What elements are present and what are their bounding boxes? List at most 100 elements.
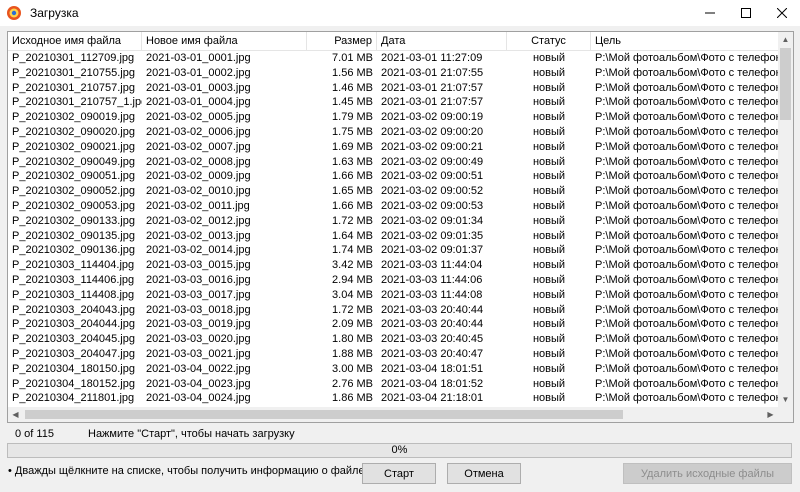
table-row[interactable]: P_20210302_090051.jpg 2021-03-02_0009.jpg… (8, 169, 778, 184)
column-header-new-name[interactable]: Новое имя файла (142, 32, 307, 50)
horizontal-scroll-thumb[interactable] (25, 410, 623, 419)
column-header-source-name[interactable]: Исходное имя файла (8, 32, 142, 50)
table-row[interactable]: P_20210302_090049.jpg 2021-03-02_0008.jpg… (8, 155, 778, 170)
target-cell: P:\Мой фотоальбом\Фото с телефонов\ (595, 111, 778, 124)
source-name-cell: P_20210303_114408.jpg (12, 288, 135, 301)
date-cell: 2021-03-03 20:40:44 (381, 318, 484, 331)
source-name-cell: P_20210302_090136.jpg (12, 244, 135, 257)
minimize-button[interactable] (692, 0, 728, 26)
target-cell: P:\Мой фотоальбом\Фото с телефонов\ (595, 259, 778, 272)
table-row[interactable]: P_20210303_204044.jpg 2021-03-03_0019.jpg… (8, 317, 778, 332)
status-cell: новый (532, 288, 566, 301)
window-controls (692, 0, 800, 26)
new-name-cell: 2021-03-03_0015.jpg (146, 259, 251, 272)
size-cell: 1.72 MB (332, 303, 373, 316)
source-name-cell: P_20210302_090052.jpg (12, 185, 135, 198)
status-cell: новый (532, 333, 566, 346)
maximize-button[interactable] (728, 0, 764, 26)
table-row[interactable]: P_20210303_114406.jpg 2021-03-03_0016.jpg… (8, 273, 778, 288)
file-list[interactable]: Исходное имя файла Новое имя файла Разме… (7, 31, 794, 423)
size-cell: 1.86 MB (332, 392, 373, 405)
new-name-cell: 2021-03-02_0006.jpg (146, 125, 251, 138)
target-cell: P:\Мой фотоальбом\Фото с телефонов\ (595, 347, 778, 360)
new-name-cell: 2021-03-04_0023.jpg (146, 377, 251, 390)
scroll-right-icon[interactable]: ▶ (763, 407, 778, 422)
target-cell: P:\Мой фотоальбом\Фото с телефонов\ (595, 214, 778, 227)
column-header-target[interactable]: Цель (591, 32, 778, 50)
table-row[interactable]: P_20210302_090133.jpg 2021-03-02_0012.jpg… (8, 214, 778, 229)
status-cell: новый (532, 214, 566, 227)
table-row[interactable]: P_20210303_204047.jpg 2021-03-03_0021.jpg… (8, 347, 778, 362)
source-name-cell: P_20210304_180150.jpg (12, 362, 135, 375)
target-cell: P:\Мой фотоальбом\Фото с телефонов\ (595, 333, 778, 346)
vertical-scroll-thumb[interactable] (780, 48, 791, 120)
date-cell: 2021-03-02 09:01:37 (381, 244, 484, 257)
new-name-cell: 2021-03-02_0011.jpg (146, 199, 250, 212)
horizontal-scrollbar[interactable]: ◀ ▶ (8, 407, 778, 422)
size-cell: 1.75 MB (332, 125, 373, 138)
table-row[interactable]: P_20210302_090021.jpg 2021-03-02_0007.jpg… (8, 140, 778, 155)
table-row[interactable]: P_20210304_211801.jpg 2021-03-04_0024.jpg… (8, 391, 778, 406)
start-button[interactable]: Старт (362, 463, 436, 484)
new-name-cell: 2021-03-01_0003.jpg (146, 81, 251, 94)
close-button[interactable] (764, 0, 800, 26)
new-name-cell: 2021-03-04_0024.jpg (146, 392, 251, 405)
title-bar: Загрузка (0, 0, 800, 26)
new-name-cell: 2021-03-03_0016.jpg (146, 273, 251, 286)
table-row[interactable]: P_20210301_210755.jpg 2021-03-01_0002.jpg… (8, 66, 778, 81)
size-cell: 1.66 MB (332, 199, 373, 212)
vertical-scrollbar[interactable]: ▲ ▼ (778, 32, 793, 407)
source-name-cell: P_20210302_090049.jpg (12, 155, 135, 168)
table-row[interactable]: P_20210302_090020.jpg 2021-03-02_0006.jpg… (8, 125, 778, 140)
delete-source-files-button[interactable]: Удалить исходные файлы (623, 463, 792, 484)
scroll-up-icon[interactable]: ▲ (778, 32, 793, 47)
cancel-button[interactable]: Отмена (447, 463, 521, 484)
table-row[interactable]: P_20210301_210757_1.jpg 2021-03-01_0004.j… (8, 95, 778, 110)
date-cell: 2021-03-02 09:00:53 (381, 199, 484, 212)
table-row[interactable]: P_20210301_112709.jpg 2021-03-01_0001.jpg… (8, 51, 778, 66)
table-row[interactable]: P_20210303_114404.jpg 2021-03-03_0015.jpg… (8, 258, 778, 273)
table-row[interactable]: P_20210302_090135.jpg 2021-03-02_0013.jpg… (8, 229, 778, 244)
table-row[interactable]: P_20210303_114408.jpg 2021-03-03_0017.jpg… (8, 288, 778, 303)
status-cell: новый (532, 155, 566, 168)
size-cell: 1.72 MB (332, 214, 373, 227)
table-row[interactable]: P_20210304_180152.jpg 2021-03-04_0023.jpg… (8, 377, 778, 392)
date-cell: 2021-03-02 09:00:21 (381, 140, 484, 153)
table-row[interactable]: P_20210302_090019.jpg 2021-03-02_0005.jpg… (8, 110, 778, 125)
new-name-cell: 2021-03-02_0005.jpg (146, 111, 251, 124)
size-cell: 1.80 MB (332, 333, 373, 346)
status-cell: новый (532, 303, 566, 316)
status-cell: новый (532, 96, 566, 109)
scroll-down-icon[interactable]: ▼ (778, 392, 793, 407)
list-rows: P_20210301_112709.jpg 2021-03-01_0001.jpg… (8, 51, 778, 407)
size-cell: 2.94 MB (332, 273, 373, 286)
new-name-cell: 2021-03-01_0004.jpg (146, 96, 251, 109)
date-cell: 2021-03-03 20:40:45 (381, 333, 484, 346)
table-row[interactable]: P_20210302_090136.jpg 2021-03-02_0014.jpg… (8, 243, 778, 258)
scroll-left-icon[interactable]: ◀ (8, 407, 23, 422)
date-cell: 2021-03-03 11:44:06 (381, 273, 483, 286)
list-header: Исходное имя файла Новое имя файла Разме… (8, 32, 778, 51)
size-cell: 1.63 MB (332, 155, 373, 168)
target-cell: P:\Мой фотоальбом\Фото с телефонов\ (595, 199, 778, 212)
new-name-cell: 2021-03-02_0014.jpg (146, 244, 251, 257)
progress-label: 0% (391, 444, 408, 456)
column-header-status[interactable]: Статус (507, 32, 591, 50)
table-row[interactable]: P_20210302_090053.jpg 2021-03-02_0011.jpg… (8, 199, 778, 214)
table-row[interactable]: P_20210303_204043.jpg 2021-03-03_0018.jpg… (8, 303, 778, 318)
column-header-date[interactable]: Дата (377, 32, 507, 50)
table-row[interactable]: P_20210303_204045.jpg 2021-03-03_0020.jpg… (8, 332, 778, 347)
table-row[interactable]: P_20210304_180150.jpg 2021-03-04_0022.jpg… (8, 362, 778, 377)
target-cell: P:\Мой фотоальбом\Фото с телефонов\ (595, 229, 778, 242)
status-cell: новый (532, 318, 566, 331)
source-name-cell: P_20210301_210757.jpg (12, 81, 135, 94)
table-row[interactable]: P_20210301_210757.jpg 2021-03-01_0003.jpg… (8, 81, 778, 96)
size-cell: 3.00 MB (332, 362, 373, 375)
table-row[interactable]: P_20210302_090052.jpg 2021-03-02_0010.jpg… (8, 184, 778, 199)
source-name-cell: P_20210302_090133.jpg (12, 214, 135, 227)
date-cell: 2021-03-02 09:00:52 (381, 185, 484, 198)
new-name-cell: 2021-03-01_0002.jpg (146, 66, 251, 79)
date-cell: 2021-03-03 11:44:04 (381, 259, 483, 272)
new-name-cell: 2021-03-03_0017.jpg (146, 288, 251, 301)
column-header-size[interactable]: Размер (307, 32, 377, 50)
